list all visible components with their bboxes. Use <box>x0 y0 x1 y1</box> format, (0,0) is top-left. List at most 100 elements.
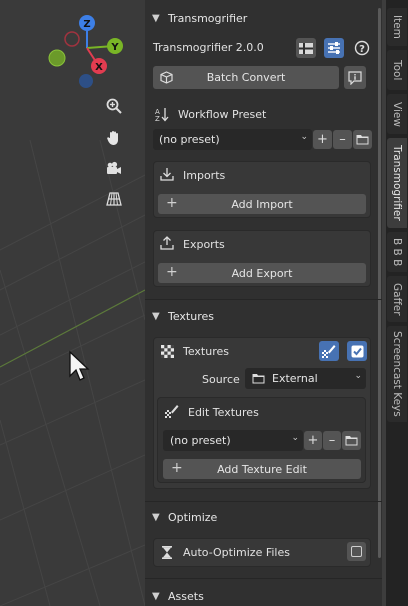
chevron-down-icon: ⌄ <box>291 433 299 443</box>
add-import-label: Add Import <box>231 197 293 211</box>
tab-gaffer-label: Gaffer <box>391 282 403 316</box>
section-divider <box>145 299 382 300</box>
source-value: External <box>272 372 318 385</box>
tab-transmogrifier-label: Transmogrifier <box>391 145 403 221</box>
checkerboard-icon <box>160 344 174 358</box>
tab-tool-label: Tool <box>391 59 403 81</box>
texture-paint-icon <box>164 404 180 418</box>
tab-tool[interactable]: Tool <box>387 50 407 90</box>
folder-icon[interactable] <box>353 130 372 149</box>
neg-z-axis-handle[interactable] <box>79 74 93 88</box>
assets-panel-header[interactable]: ▼ Assets <box>145 585 382 606</box>
tab-view-label: View <box>391 101 403 127</box>
tab-item-label: Item <box>391 15 403 39</box>
mouse-cursor-icon <box>69 350 90 381</box>
plus-icon: + <box>166 195 178 211</box>
textures-panel-header[interactable]: ▼ Textures <box>145 305 382 327</box>
imports-label: Imports <box>183 169 226 182</box>
chevron-down-icon: ▼ <box>152 590 160 602</box>
chevron-down-icon: ▼ <box>152 511 160 523</box>
sidebar-tabs: Item Tool View Transmogrifier B B B Gaff… <box>386 0 408 606</box>
assets-header-title: Assets <box>168 589 204 603</box>
tab-bbb[interactable]: B B B <box>387 232 407 272</box>
texture-edit-preset-value: (no preset) <box>170 434 231 447</box>
folder-icon[interactable] <box>342 431 361 450</box>
tab-bbb-label: B B B <box>391 237 403 267</box>
optimize-header-title: Optimize <box>168 510 218 524</box>
auto-optimize-label: Auto-Optimize Files <box>183 546 290 559</box>
edit-textures-label: Edit Textures <box>188 406 259 419</box>
auto-optimize-checkbox[interactable] <box>347 542 366 561</box>
textures-enabled-checkbox[interactable] <box>347 341 367 361</box>
remove-texture-preset-button[interactable]: – <box>323 431 341 450</box>
swedish-flag-icon[interactable] <box>296 38 316 58</box>
chevron-down-icon: ▼ <box>152 12 160 24</box>
3d-viewport[interactable]: Z Y X <box>0 0 145 606</box>
optimize-panel-header[interactable]: ▼ Optimize <box>145 506 382 528</box>
perspective-grid-icon[interactable] <box>101 186 127 212</box>
package-icon <box>159 70 173 84</box>
viewport-grid <box>0 139 145 606</box>
add-export-button[interactable]: + Add Export <box>158 263 366 283</box>
remove-workflow-preset-button[interactable]: – <box>333 130 352 149</box>
plus-icon: + <box>166 264 178 280</box>
x-axis-label: X <box>95 62 103 73</box>
texture-edit-preset-dropdown[interactable]: (no preset) ⌄ <box>163 430 303 451</box>
add-texture-edit-button[interactable]: + Add Texture Edit <box>163 459 361 479</box>
workflow-preset-dropdown[interactable]: (no preset) ⌄ <box>153 129 312 150</box>
exports-label: Exports <box>183 238 225 251</box>
version-label: Transmogrifier 2.0.0 <box>153 41 264 54</box>
svg-text:?: ? <box>359 44 365 55</box>
tab-screencast-keys-label: Screencast Keys <box>391 331 403 417</box>
tab-transmogrifier[interactable]: Transmogrifier <box>387 138 407 228</box>
add-import-button[interactable]: + Add Import <box>158 194 366 214</box>
export-icon <box>159 235 175 251</box>
camera-icon[interactable] <box>101 156 127 182</box>
info-icon[interactable] <box>344 66 366 89</box>
workflow-preset-label: Workflow Preset <box>178 108 267 121</box>
hand-pan-icon[interactable] <box>101 125 127 151</box>
tab-gaffer[interactable]: Gaffer <box>387 276 407 322</box>
source-dropdown[interactable]: External ⌄ <box>245 368 366 389</box>
add-export-label: Add Export <box>231 266 293 280</box>
textures-label: Textures <box>183 345 229 358</box>
section-divider <box>145 578 382 579</box>
plus-icon: + <box>317 132 328 147</box>
z-axis-label: Z <box>83 19 90 30</box>
tab-item[interactable]: Item <box>387 8 407 46</box>
import-icon <box>159 166 175 182</box>
y-axis-label: Y <box>110 42 119 53</box>
add-workflow-preset-button[interactable]: + <box>313 130 332 149</box>
sort-az-icon: AZ <box>154 106 170 122</box>
minus-icon: – <box>328 433 336 448</box>
section-divider <box>145 501 382 502</box>
chevron-down-icon: ⌄ <box>300 132 308 142</box>
transmogrifier-panel-header[interactable]: ▼ Transmogrifier <box>145 7 382 29</box>
textures-header-title: Textures <box>168 309 214 323</box>
svg-text:Z: Z <box>155 115 160 122</box>
folder-icon <box>251 372 265 384</box>
add-texture-edit-label: Add Texture Edit <box>217 462 307 476</box>
axis-gizmo[interactable]: Z Y X <box>40 10 130 90</box>
hourglass-icon <box>160 545 174 559</box>
batch-convert-label: Batch Convert <box>206 71 286 84</box>
source-label: Source <box>202 373 240 386</box>
settings-sliders-icon[interactable] <box>324 38 344 58</box>
minus-icon: – <box>339 132 346 147</box>
transmogrifier-header-title: Transmogrifier <box>168 11 248 25</box>
help-icon[interactable]: ? <box>352 38 372 58</box>
neg-y-axis-handle[interactable] <box>48 49 66 67</box>
workflow-preset-value: (no preset) <box>159 133 220 146</box>
chevron-down-icon: ⌄ <box>354 371 362 381</box>
plus-icon: + <box>307 433 319 448</box>
zoom-icon[interactable] <box>101 93 127 119</box>
tab-screencast-keys[interactable]: Screencast Keys <box>387 326 407 422</box>
batch-convert-button[interactable]: Batch Convert <box>153 66 339 89</box>
chevron-down-icon: ▼ <box>152 310 160 322</box>
plus-icon: + <box>171 460 183 476</box>
texture-paint-icon[interactable] <box>319 341 339 361</box>
add-texture-preset-button[interactable]: + <box>304 431 322 450</box>
neg-x-axis-handle[interactable] <box>64 31 80 47</box>
tab-view[interactable]: View <box>387 94 407 134</box>
panel-scrollbar[interactable] <box>378 8 381 558</box>
